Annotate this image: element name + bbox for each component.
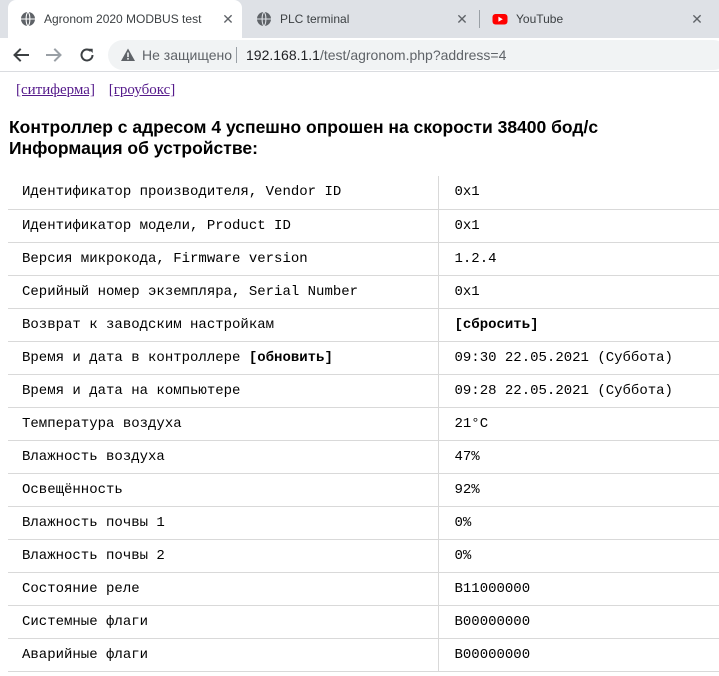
tab-agronom[interactable]: Agronom 2020 MODBUS test ✕	[8, 0, 242, 38]
table-row: Идентификатор производителя, Vendor ID 0…	[8, 176, 719, 210]
row-value: 09:30 22.05.2021 (Суббота)	[438, 341, 719, 375]
close-tab-icon[interactable]: ✕	[454, 11, 470, 27]
youtube-icon	[492, 14, 508, 25]
link-cityfarm[interactable]: [ситиферма]	[16, 82, 95, 98]
row-label: Возврат к заводским настройкам	[8, 308, 439, 342]
row-label: Версия микрокода, Firmware version	[8, 242, 439, 276]
refresh-link[interactable]: [обновить]	[249, 350, 333, 366]
row-value: B00000000	[438, 605, 719, 639]
tab-plc-terminal[interactable]: PLC terminal ✕	[244, 0, 478, 38]
table-row: Время и дата на компьютере 09:28 22.05.2…	[8, 374, 719, 408]
table-row: Версия микрокода, Firmware version 1.2.4	[8, 242, 719, 276]
warning-icon[interactable]	[120, 47, 136, 63]
device-info-table: Идентификатор производителя, Vendor ID 0…	[8, 176, 719, 672]
row-label: Серийный номер экземпляра, Serial Number	[8, 275, 439, 309]
url-path: /test/agronom.php?address=4	[319, 47, 507, 63]
row-label: Идентификатор модели, Product ID	[8, 209, 439, 243]
table-row: Освещённость 92%	[8, 473, 719, 507]
tab-title: YouTube	[516, 12, 564, 26]
table-row: Влажность воздуха 47%	[8, 440, 719, 474]
globe-icon	[21, 11, 35, 27]
row-value: 21°C	[438, 407, 719, 441]
row-value: 0x1	[438, 176, 719, 210]
globe-icon	[257, 11, 271, 27]
top-nav-links: [ситиферма] [гроубокс]	[16, 81, 185, 99]
row-label: Влажность почвы 2	[8, 539, 439, 573]
security-status[interactable]: Не защищено	[142, 47, 232, 63]
row-label: Состояние реле	[8, 572, 439, 606]
reset-link[interactable]: [сбросить]	[455, 317, 539, 333]
page-heading: Контроллер с адресом 4 успешно опрошен н…	[9, 117, 714, 159]
address-bar[interactable]: Не защищено 192.168.1.1/test/agronom.php…	[108, 40, 719, 70]
row-value-cell: [сбросить]	[438, 308, 719, 342]
row-value: 0%	[438, 506, 719, 540]
reload-button[interactable]	[74, 42, 100, 68]
forward-button[interactable]	[41, 42, 67, 68]
url-host: 192.168.1.1	[246, 47, 320, 63]
table-row: Аварийные флаги B00000000	[8, 638, 719, 672]
row-value: 0x1	[438, 275, 719, 309]
tab-youtube[interactable]: YouTube ✕	[480, 0, 719, 38]
row-value: 09:28 22.05.2021 (Суббота)	[438, 374, 719, 408]
link-growbox[interactable]: [гроубокс]	[109, 82, 176, 98]
back-button[interactable]	[8, 42, 34, 68]
row-value: B11000000	[438, 572, 719, 606]
row-value: 92%	[438, 473, 719, 507]
table-row: Влажность почвы 2 0%	[8, 539, 719, 573]
row-value: 47%	[438, 440, 719, 474]
row-label: Время и дата на компьютере	[8, 374, 439, 408]
arrow-left-icon	[13, 48, 29, 62]
table-row: Идентификатор модели, Product ID 0x1	[8, 209, 719, 243]
table-row: Температура воздуха 21°C	[8, 407, 719, 441]
reload-icon	[80, 48, 94, 62]
status-message: Контроллер с адресом 4 успешно опрошен н…	[9, 117, 599, 137]
url-text[interactable]: 192.168.1.1/test/agronom.php?address=4	[246, 47, 506, 63]
row-value: B00000000	[438, 638, 719, 672]
row-label: Аварийные флаги	[8, 638, 439, 672]
tab-title: Agronom 2020 MODBUS test	[44, 12, 202, 26]
close-tab-icon[interactable]: ✕	[689, 11, 705, 27]
row-label-cell: Время и дата в контроллере [обновить]	[8, 341, 439, 375]
table-row: Время и дата в контроллере [обновить] 09…	[8, 341, 719, 375]
table-row: Серийный номер экземпляра, Serial Number…	[8, 275, 719, 309]
row-label: Влажность воздуха	[8, 440, 439, 474]
row-value: 0x1	[438, 209, 719, 243]
table-row: Влажность почвы 1 0%	[8, 506, 719, 540]
row-label: Температура воздуха	[8, 407, 439, 441]
row-label: Системные флаги	[8, 605, 439, 639]
address-divider	[236, 47, 237, 63]
row-label: Идентификатор производителя, Vendor ID	[8, 176, 439, 210]
row-value: 0%	[438, 539, 719, 573]
tab-title: PLC terminal	[280, 12, 350, 26]
table-row: Состояние реле B11000000	[8, 572, 719, 606]
close-tab-icon[interactable]: ✕	[220, 11, 236, 27]
table-row: Возврат к заводским настройкам [сбросить…	[8, 308, 719, 342]
table-row: Системные флаги B00000000	[8, 605, 719, 639]
section-title: Информация об устройстве:	[9, 138, 258, 158]
row-label: Время и дата в контроллере	[22, 349, 241, 366]
row-label: Влажность почвы 1	[8, 506, 439, 540]
browser-toolbar: Не защищено 192.168.1.1/test/agronom.php…	[0, 38, 719, 72]
row-value: 1.2.4	[438, 242, 719, 276]
tab-strip: Agronom 2020 MODBUS test ✕ PLC terminal …	[0, 0, 719, 38]
row-label: Освещённость	[8, 473, 439, 507]
arrow-right-icon	[46, 48, 62, 62]
